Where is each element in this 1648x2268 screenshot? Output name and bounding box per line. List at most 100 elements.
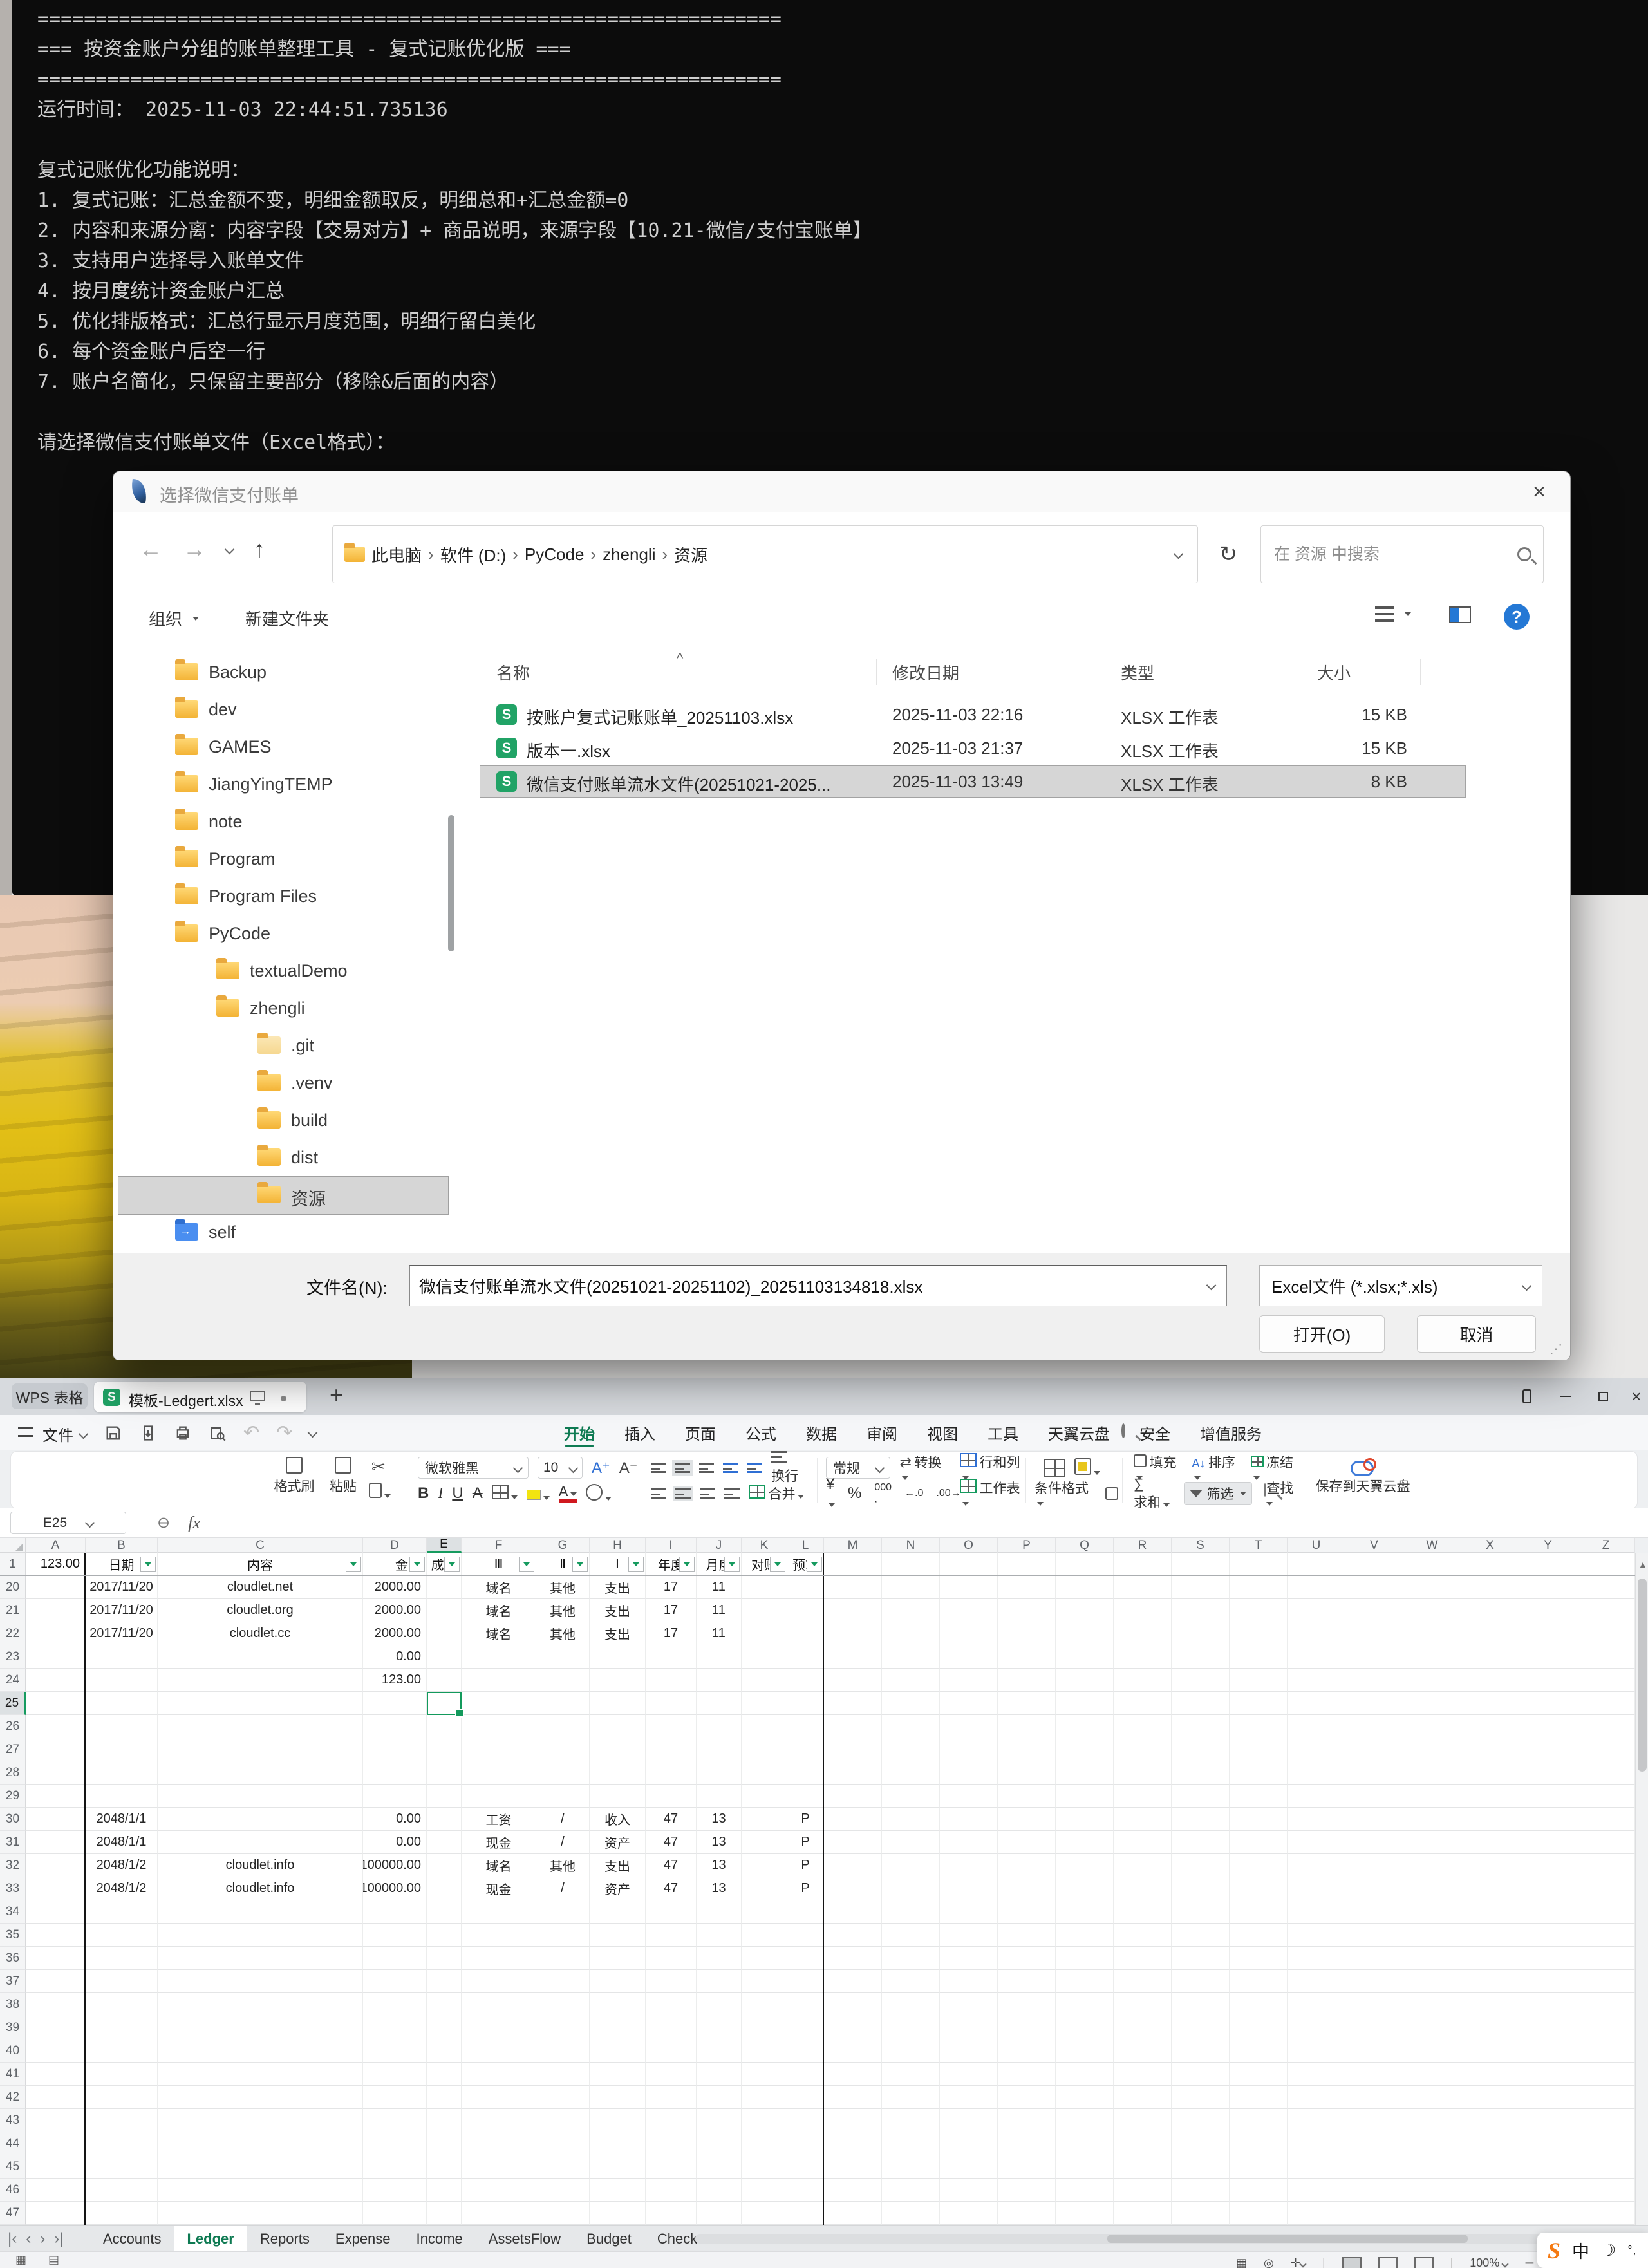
row-header-21[interactable]: 21 [0,1599,26,1622]
cell-A39[interactable] [26,2016,86,2039]
cell-B1[interactable]: 日期 [86,1553,158,1576]
cell-B23[interactable] [86,1645,158,1669]
tab-审阅[interactable]: 审阅 [856,1415,908,1450]
cell-P44[interactable] [998,2132,1056,2155]
cell-P40[interactable] [998,2039,1056,2063]
filter-button[interactable]: 筛选 [1184,1482,1252,1505]
column-header-P[interactable]: P [998,1538,1056,1553]
cell-T34[interactable] [1230,1900,1288,1924]
cell-W23[interactable] [1403,1645,1461,1669]
column-header-A[interactable]: A [26,1538,86,1553]
cell-A37[interactable] [26,1970,86,1993]
cell-Y37[interactable] [1519,1970,1577,1993]
column-header-Z[interactable]: Z [1577,1538,1635,1553]
cell-P38[interactable] [998,1993,1056,2016]
cell-N39[interactable] [882,2016,940,2039]
cell-Z38[interactable] [1577,1993,1635,2016]
cell-B32[interactable]: 2048/1/2 [86,1854,158,1877]
cell-Y43[interactable] [1519,2109,1577,2132]
cell-X47[interactable] [1461,2202,1519,2225]
cell-R21[interactable] [1114,1599,1172,1622]
cell-V47[interactable] [1345,2202,1403,2225]
cell-V28[interactable] [1345,1761,1403,1785]
cell-M26[interactable] [824,1715,882,1738]
cell-Q24[interactable] [1056,1669,1114,1692]
cell-W29[interactable] [1403,1785,1461,1808]
cell-I40[interactable] [646,2039,697,2063]
cell-I27[interactable] [646,1738,697,1761]
cell-M21[interactable] [824,1599,882,1622]
cell-G47[interactable] [536,2202,590,2225]
cell-V24[interactable] [1345,1669,1403,1692]
cell-O1[interactable] [940,1553,998,1576]
cell-J39[interactable] [697,2016,742,2039]
cell-K43[interactable] [742,2109,787,2132]
breadcrumb-item[interactable]: 资源 [674,543,707,567]
cell-B43[interactable] [86,2109,158,2132]
page-layout-view-button[interactable] [1378,2257,1398,2268]
cell-J31[interactable]: 13 [697,1831,742,1854]
cell-G36[interactable] [536,1947,590,1970]
cell-W42[interactable] [1403,2086,1461,2109]
cell-P31[interactable] [998,1831,1056,1854]
prev-sheet-icon[interactable]: ‹ [26,2230,31,2248]
cell-L45[interactable] [787,2155,824,2179]
cell-F31[interactable]: 现金 [462,1831,536,1854]
cell-S47[interactable] [1172,2202,1230,2225]
sheet-tab-Accounts[interactable]: Accounts [90,2226,174,2252]
cell-Q32[interactable] [1056,1854,1114,1877]
cell-C37[interactable] [158,1970,363,1993]
cell-H32[interactable]: 支出 [590,1854,646,1877]
cell-P29[interactable] [998,1785,1056,1808]
cell-S46[interactable] [1172,2179,1230,2202]
cell-D29[interactable] [363,1785,427,1808]
cell-Y29[interactable] [1519,1785,1577,1808]
cell-D46[interactable] [363,2179,427,2202]
decrease-decimal-icon[interactable]: .00→ [936,1488,960,1499]
cell-A20[interactable] [26,1576,86,1599]
cell-S26[interactable] [1172,1715,1230,1738]
cell-Y26[interactable] [1519,1715,1577,1738]
row-header-34[interactable]: 34 [0,1900,26,1924]
cell-O25[interactable] [940,1692,998,1715]
sheet-tab-Budget[interactable]: Budget [574,2226,644,2252]
row-header-42[interactable]: 42 [0,2086,26,2109]
column-header-S[interactable]: S [1172,1538,1230,1553]
cell-G30[interactable]: / [536,1808,590,1831]
cell-R20[interactable] [1114,1576,1172,1599]
cell-T32[interactable] [1230,1854,1288,1877]
cell-R25[interactable] [1114,1692,1172,1715]
clear-format-button[interactable] [586,1484,612,1504]
cell-B40[interactable] [86,2039,158,2063]
worksheet-button[interactable]: 工作表 [960,1478,1022,1509]
tree-item-.git[interactable]: .git [118,1027,448,1065]
cell-O39[interactable] [940,2016,998,2039]
cell-R34[interactable] [1114,1900,1172,1924]
cell-K30[interactable] [742,1808,787,1831]
cell-A44[interactable] [26,2132,86,2155]
cell-Z22[interactable] [1577,1622,1635,1645]
cell-Z45[interactable] [1577,2155,1635,2179]
cell-X44[interactable] [1461,2132,1519,2155]
cell-G40[interactable] [536,2039,590,2063]
convert-button[interactable]: ⇄ 转换 [899,1452,948,1483]
cell-N46[interactable] [882,2179,940,2202]
cell-J27[interactable] [697,1738,742,1761]
cell-H47[interactable] [590,2202,646,2225]
cell-B39[interactable] [86,2016,158,2039]
cell-K29[interactable] [742,1785,787,1808]
cell-T45[interactable] [1230,2155,1288,2179]
cell-C32[interactable]: cloudlet.info [158,1854,363,1877]
cell-H36[interactable] [590,1947,646,1970]
cell-V46[interactable] [1345,2179,1403,2202]
cell-F33[interactable]: 现金 [462,1877,536,1900]
cell-J1[interactable]: 月度 [697,1553,742,1576]
cell-Y32[interactable] [1519,1854,1577,1877]
refresh-icon[interactable]: ↻ [1209,525,1248,583]
cell-Z36[interactable] [1577,1947,1635,1970]
cell-D31[interactable]: 0.00 [363,1831,427,1854]
cell-U20[interactable] [1288,1576,1345,1599]
cell-O22[interactable] [940,1622,998,1645]
cell-Z29[interactable] [1577,1785,1635,1808]
cell-D36[interactable] [363,1947,427,1970]
